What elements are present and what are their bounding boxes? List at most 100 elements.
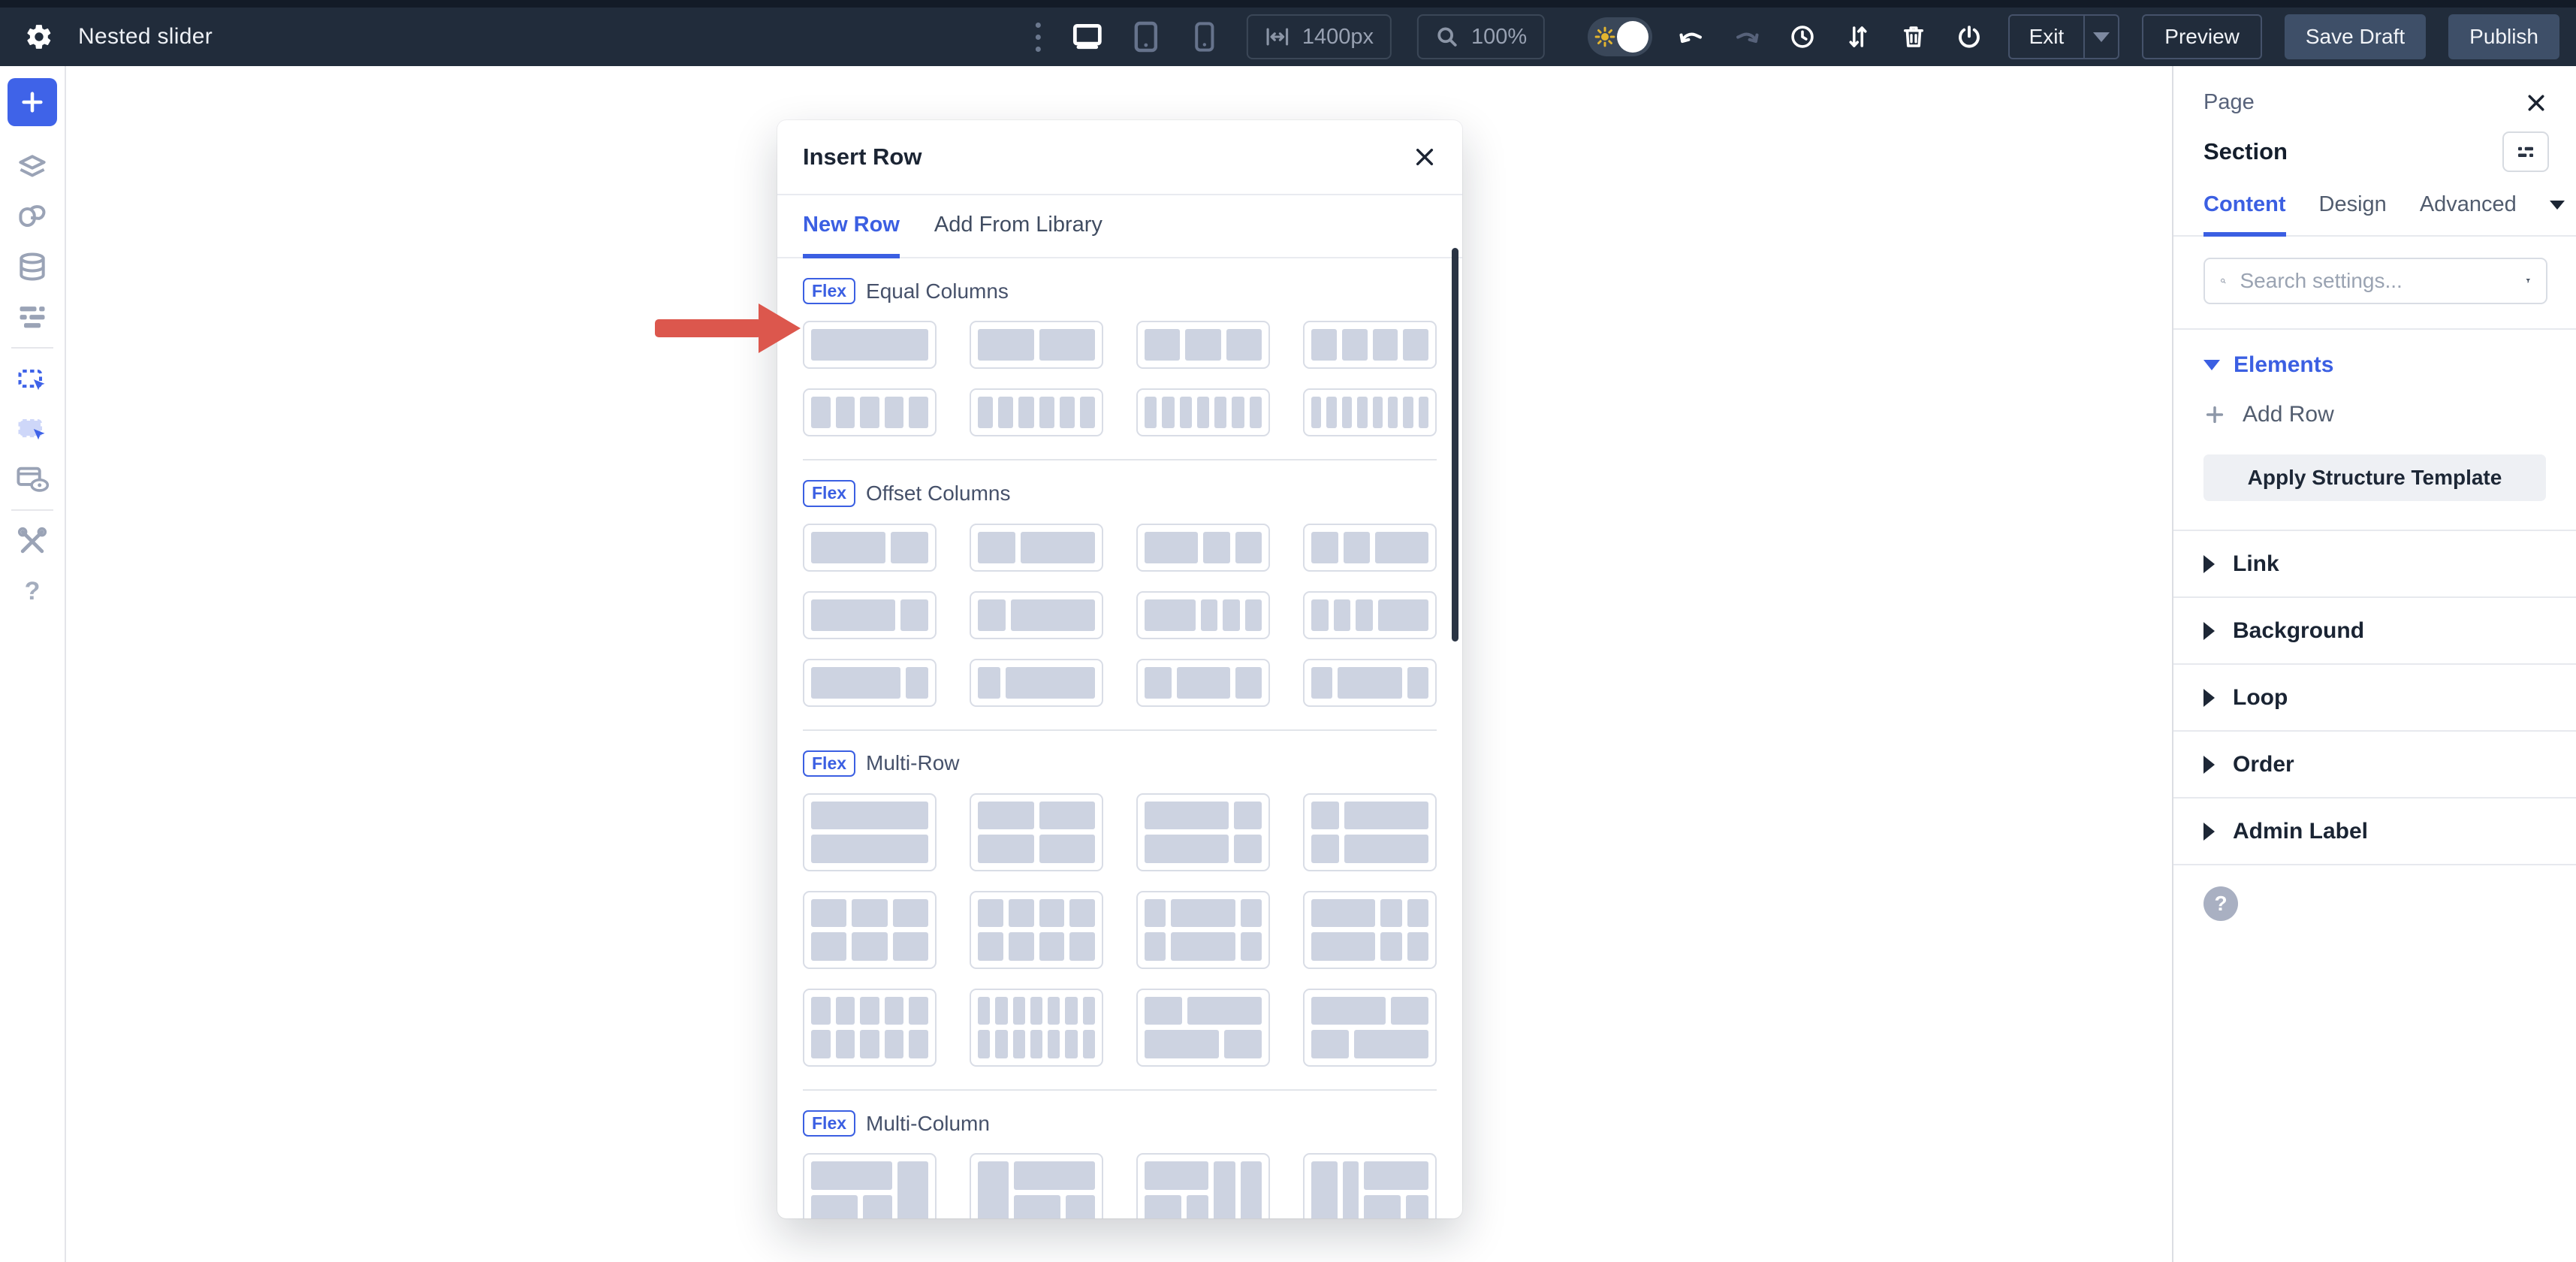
row-layout-option[interactable] (1303, 659, 1437, 707)
exit-dropdown-button[interactable] (2083, 16, 2118, 58)
row-layout-option[interactable] (1136, 321, 1270, 369)
panel-help-button[interactable]: ? (2203, 886, 2238, 921)
layout-column (1145, 1161, 1208, 1218)
column-bar (1241, 1161, 1262, 1218)
wireframe-view-button[interactable] (8, 291, 57, 341)
row-layout-option[interactable] (803, 989, 937, 1067)
row-layout-option[interactable] (970, 388, 1103, 436)
row-layout-option[interactable] (803, 891, 937, 969)
accordion-row-link[interactable]: Link (2173, 531, 2576, 598)
portability-button[interactable] (1953, 20, 1986, 53)
column-bar (1241, 899, 1262, 928)
accordion-row-background[interactable]: Background (2173, 598, 2576, 665)
row-layout-option[interactable] (970, 591, 1103, 639)
row-layout-option[interactable] (1303, 891, 1437, 969)
history-button[interactable] (1786, 20, 1819, 53)
help-button[interactable]: ? (8, 566, 57, 616)
row-layout-option[interactable] (1303, 321, 1437, 369)
builder-settings-gear-button[interactable] (23, 20, 56, 53)
phone-view-button[interactable] (1188, 20, 1221, 53)
filter-funnel-icon[interactable] (2525, 270, 2532, 291)
row-layout-option[interactable] (1136, 793, 1270, 871)
row-layout-option[interactable] (970, 989, 1103, 1067)
modal-close-button[interactable] (1413, 145, 1437, 169)
save-draft-button[interactable]: Save Draft (2285, 14, 2426, 59)
trash-button[interactable] (1897, 20, 1930, 53)
view-options-kebab-menu[interactable] (1031, 18, 1045, 56)
elements-section-header[interactable]: Elements (2203, 352, 2546, 378)
row-layout-option[interactable] (803, 591, 937, 639)
layers-panel-button[interactable] (8, 143, 57, 192)
row-layout-option[interactable] (970, 891, 1103, 969)
row-layout-option[interactable] (1136, 659, 1270, 707)
panel-dock-button[interactable] (2502, 131, 2549, 172)
row-layout-option[interactable] (1303, 1153, 1437, 1218)
row-layout-option[interactable] (1136, 591, 1270, 639)
modal-tab-add-from-library[interactable]: Add From Library (934, 195, 1102, 258)
row-layout-option[interactable] (803, 524, 937, 572)
data-library-button[interactable] (8, 242, 57, 291)
layout-row (978, 802, 1095, 830)
modal-scrollbar[interactable] (1452, 248, 1458, 642)
row-layout-option[interactable] (1136, 388, 1270, 436)
add-row-button[interactable]: Add Row (2203, 402, 2546, 427)
column-bar (1180, 397, 1192, 428)
light-dark-mode-toggle[interactable] (1588, 17, 1652, 56)
panel-close-button[interactable] (2525, 92, 2547, 114)
panel-tab-design[interactable]: Design (2319, 192, 2387, 237)
accordion-row-loop[interactable]: Loop (2173, 665, 2576, 732)
panel-tab-advanced[interactable]: Advanced (2420, 192, 2517, 237)
row-layout-option[interactable] (1303, 591, 1437, 639)
row-layout-option[interactable] (1136, 524, 1270, 572)
column-bar (1066, 1195, 1095, 1218)
redo-button[interactable] (1730, 20, 1763, 53)
desktop-view-button[interactable] (1071, 20, 1104, 53)
row-layout-option[interactable] (803, 388, 937, 436)
device-dropdown-caret[interactable] (2550, 201, 2565, 210)
column-bar (978, 932, 1003, 961)
design-presets-button[interactable] (8, 192, 57, 242)
row-layout-option[interactable] (1136, 891, 1270, 969)
undo-button[interactable] (1675, 20, 1708, 53)
row-layout-option[interactable] (1136, 989, 1270, 1067)
row-layout-option[interactable] (970, 524, 1103, 572)
row-layout-option[interactable] (1136, 1153, 1270, 1218)
row-layout-option[interactable] (1303, 793, 1437, 871)
row-layout-option[interactable] (803, 1153, 937, 1218)
accordion-row-order[interactable]: Order (2173, 732, 2576, 799)
row-layout-option[interactable] (1303, 989, 1437, 1067)
row-layout-option[interactable] (803, 659, 937, 707)
select-row-mode-button[interactable] (8, 404, 57, 454)
column-bar (811, 1161, 892, 1190)
preview-visibility-button[interactable] (8, 454, 57, 503)
tools-button[interactable] (8, 517, 57, 566)
row-layout-option[interactable] (970, 1153, 1103, 1218)
tablet-view-button[interactable] (1130, 20, 1163, 53)
layout-column (811, 1161, 892, 1218)
preview-button[interactable]: Preview (2142, 14, 2262, 59)
column-bar (811, 1030, 831, 1058)
sort-structure-button[interactable] (1842, 20, 1875, 53)
row-layout-option[interactable] (803, 321, 937, 369)
publish-button[interactable]: Publish (2448, 14, 2559, 59)
row-layout-option[interactable] (803, 793, 937, 871)
row-layout-option[interactable] (970, 793, 1103, 871)
row-layout-option[interactable] (970, 321, 1103, 369)
modal-tab-new-row[interactable]: New Row (803, 195, 900, 258)
canvas-width-field[interactable]: 1400px (1247, 14, 1392, 59)
layout-row (811, 599, 928, 631)
accordion-label: Link (2233, 551, 2279, 577)
search-settings-input[interactable] (2239, 268, 2513, 294)
column-bar (1171, 899, 1235, 928)
apply-structure-template-button[interactable]: Apply Structure Template (2203, 454, 2546, 501)
row-layout-option[interactable] (1303, 524, 1437, 572)
layout-row (1364, 1161, 1428, 1190)
panel-tab-content[interactable]: Content (2203, 192, 2286, 237)
zoom-level-field[interactable]: 100% (1417, 14, 1545, 59)
select-section-mode-button[interactable] (8, 355, 57, 404)
row-layout-option[interactable] (1303, 388, 1437, 436)
row-layout-option[interactable] (970, 659, 1103, 707)
add-element-button[interactable] (8, 78, 57, 126)
exit-button[interactable]: Exit (2010, 16, 2084, 58)
accordion-row-admin-label[interactable]: Admin Label (2173, 799, 2576, 865)
